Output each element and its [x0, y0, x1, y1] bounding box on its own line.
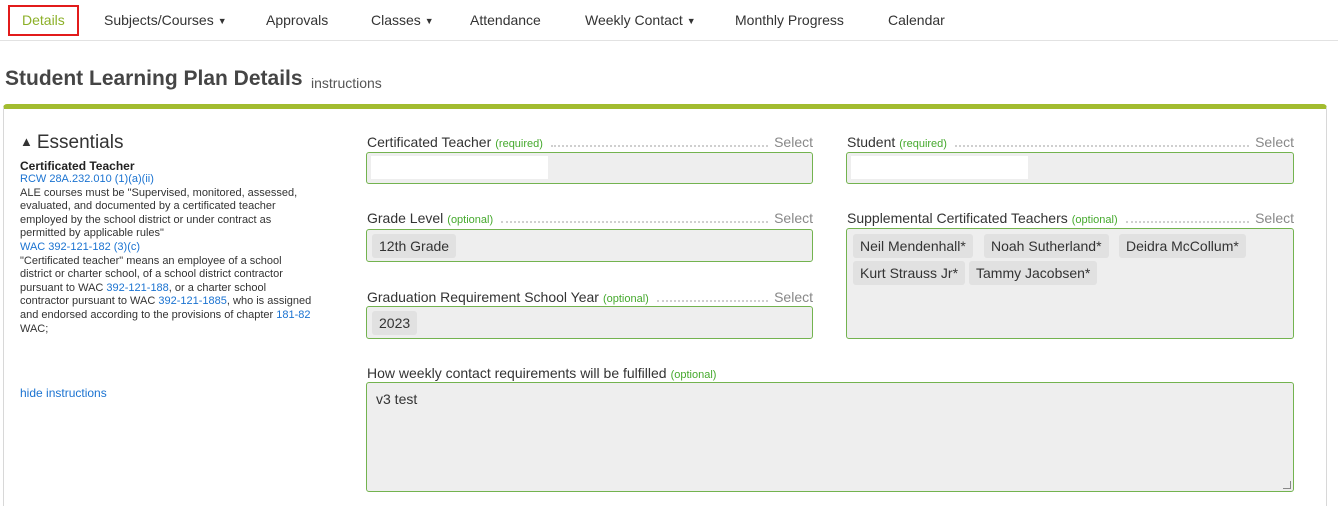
leader-dots: [501, 221, 769, 223]
tab-bar: Details Subjects/Courses ▼ Approvals Clas…: [0, 0, 1338, 41]
instructions-panel: ▲ Essentials Certificated Teacher RCW 28A…: [20, 132, 316, 336]
tab-weekly-contact-label: Weekly Contact: [585, 12, 683, 28]
instructions-text: RCW 28A.232.010 (1)(a)(ii) ALE courses m…: [20, 173, 316, 336]
tab-monthly-progress-label: Monthly Progress: [735, 12, 844, 28]
tab-classes[interactable]: Classes ▼: [371, 4, 434, 37]
hide-instructions-link[interactable]: hide instructions: [20, 386, 107, 400]
graduation-year-label: Graduation Requirement School Year (optio…: [367, 287, 813, 305]
optional-tag: (optional): [602, 293, 649, 305]
tab-approvals-label: Approvals: [266, 12, 329, 28]
student-label: Student (required) Select: [847, 132, 1294, 150]
weekly-contact-textarea[interactable]: v3 test: [366, 382, 1294, 492]
grade-level-label-text: Grade Level: [367, 210, 444, 226]
leader-dots: [954, 145, 1250, 147]
leader-dots: [1125, 221, 1250, 223]
caret-down-icon: ▼: [424, 16, 434, 26]
student-label-text: Student: [847, 134, 896, 150]
tab-attendance-label: Attendance: [470, 12, 541, 28]
supplemental-teachers-select-button[interactable]: Select: [1255, 210, 1294, 226]
page-title: Student Learning Plan Details: [5, 67, 303, 90]
wac-188-link[interactable]: 392-121-188: [106, 282, 168, 294]
ale-paragraph: ALE courses must be "Supervised, monitor…: [20, 186, 298, 240]
certificated-teacher-field[interactable]: [366, 152, 813, 184]
required-tag: (required): [495, 138, 543, 150]
tab-attendance[interactable]: Attendance: [470, 4, 541, 37]
tab-subjects-courses[interactable]: Subjects/Courses ▼: [104, 4, 227, 37]
tab-approvals[interactable]: Approvals: [266, 4, 328, 37]
tab-details[interactable]: Details: [8, 5, 79, 36]
instructions-link[interactable]: instructions: [311, 75, 382, 91]
tab-calendar[interactable]: Calendar: [888, 4, 945, 37]
teacher-chip[interactable]: Noah Sutherland*: [984, 234, 1109, 258]
tab-calendar-label: Calendar: [888, 12, 945, 28]
student-field[interactable]: [846, 152, 1294, 184]
rcw-link[interactable]: RCW 28A.232.010 (1)(a)(ii): [20, 173, 316, 187]
leader-dots: [656, 300, 769, 302]
leader-dots: [550, 145, 769, 147]
grade-level-select-button[interactable]: Select: [774, 210, 813, 226]
resize-handle-icon[interactable]: [1283, 481, 1291, 489]
certificated-teacher-label: Certificated Teacher (required) Select: [367, 132, 813, 150]
optional-tag: (optional): [447, 214, 494, 226]
grade-level-chip: 12th Grade: [372, 234, 457, 258]
teacher-chip[interactable]: Deidra McCollum*: [1119, 234, 1246, 258]
tab-monthly-progress[interactable]: Monthly Progress: [735, 4, 844, 37]
teacher-chip[interactable]: Kurt Strauss Jr*: [853, 261, 966, 285]
graduation-year-chip: 2023: [372, 311, 418, 335]
tab-details-label: Details: [22, 12, 65, 28]
certificated-teacher-label-text: Certificated Teacher: [367, 134, 492, 150]
student-select-button[interactable]: Select: [1255, 134, 1294, 150]
redacted-block: [851, 156, 1028, 179]
graduation-year-label-text: Graduation Requirement School Year: [367, 289, 599, 305]
tab-classes-label: Classes: [371, 12, 421, 28]
graduation-year-field[interactable]: 2023: [366, 306, 813, 339]
caret-down-icon: ▼: [217, 16, 227, 26]
wac-1885-link[interactable]: 392-121-1885: [158, 295, 227, 307]
weekly-contact-label: How weekly contact requirements will be …: [367, 363, 867, 381]
optional-tag: (optional): [1071, 214, 1118, 226]
teacher-chip[interactable]: Neil Mendenhall*: [853, 234, 973, 258]
supplemental-teachers-field[interactable]: Neil Mendenhall* Noah Sutherland* Deidra…: [846, 228, 1294, 339]
essentials-toggle[interactable]: ▲ Essentials: [20, 132, 316, 154]
chevron-up-icon: ▲: [20, 134, 33, 149]
weekly-contact-label-text: How weekly contact requirements will be …: [367, 365, 667, 381]
tab-subjects-courses-label: Subjects/Courses: [104, 12, 214, 28]
optional-tag: (optional): [670, 369, 717, 381]
supplemental-teachers-label: Supplemental Certificated Teachers (optio…: [847, 208, 1294, 226]
caret-down-icon: ▼: [686, 16, 696, 26]
definition-text-4: WAC;: [20, 322, 49, 335]
chapter-181-82-link[interactable]: 181-82: [276, 309, 310, 321]
wac-link[interactable]: WAC 392-121-182 (3)(c): [20, 241, 316, 255]
weekly-contact-value: v3 test: [376, 391, 418, 407]
required-tag: (required): [899, 138, 947, 150]
teacher-chip[interactable]: Tammy Jacobsen*: [969, 261, 1098, 285]
grade-level-field[interactable]: 12th Grade: [366, 229, 813, 262]
essentials-title: Essentials: [36, 132, 124, 153]
tab-weekly-contact[interactable]: Weekly Contact ▼: [585, 4, 696, 37]
certificated-teacher-heading: Certificated Teacher: [20, 159, 135, 173]
supplemental-teachers-label-text: Supplemental Certificated Teachers: [847, 210, 1068, 226]
redacted-block: [371, 156, 548, 179]
grade-level-label: Grade Level (optional) Select: [367, 208, 813, 226]
definition-paragraph: "Certificated teacher" means an employee…: [20, 255, 316, 337]
graduation-year-select-button[interactable]: Select: [774, 289, 813, 305]
certificated-teacher-select-button[interactable]: Select: [774, 134, 813, 150]
